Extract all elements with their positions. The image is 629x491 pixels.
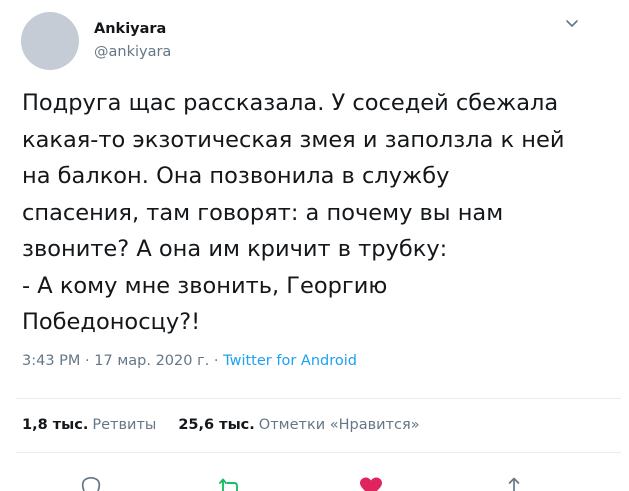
tweet-meta: 3:43 PM · 17 мар. 2020 г. · Twitter for … bbox=[22, 350, 357, 372]
meta-separator: · bbox=[209, 353, 224, 369]
divider bbox=[16, 398, 621, 399]
avatar[interactable] bbox=[21, 12, 79, 70]
tweet-source-link[interactable]: Twitter for Android bbox=[223, 353, 357, 369]
tweet-stats: 1,8 тыс. Ретвиты 25,6 тыс. Отметки «Нравитс… bbox=[22, 414, 420, 436]
likes-label: Отметки «Нравится» bbox=[258, 417, 420, 433]
tweet-card: Ankiyara @ankiyara Подруга щас рассказал… bbox=[0, 0, 629, 491]
author-name[interactable]: Ankiyara bbox=[94, 19, 166, 39]
tweet-time[interactable]: 3:43 PM bbox=[22, 353, 80, 369]
heart-icon[interactable] bbox=[357, 470, 385, 491]
tweet-text: Подруга щас рассказала. У соседей сбежал… bbox=[22, 90, 565, 335]
author-handle[interactable]: @ankiyara bbox=[94, 42, 171, 62]
likes-count: 25,6 тыс. bbox=[178, 417, 255, 433]
chevron-down-icon[interactable] bbox=[562, 16, 582, 32]
retweets-stat[interactable]: 1,8 тыс. Ретвиты bbox=[22, 417, 156, 433]
retweet-icon[interactable] bbox=[216, 470, 244, 491]
likes-stat[interactable]: 25,6 тыс. Отметки «Нравится» bbox=[178, 417, 419, 433]
retweets-label: Ретвиты bbox=[92, 417, 157, 433]
retweets-count: 1,8 тыс. bbox=[22, 417, 89, 433]
meta-separator: · bbox=[80, 353, 95, 369]
reply-icon[interactable] bbox=[77, 470, 105, 491]
share-icon[interactable] bbox=[500, 470, 528, 491]
tweet-date[interactable]: 17 мар. 2020 г. bbox=[94, 353, 209, 369]
divider bbox=[16, 452, 621, 453]
